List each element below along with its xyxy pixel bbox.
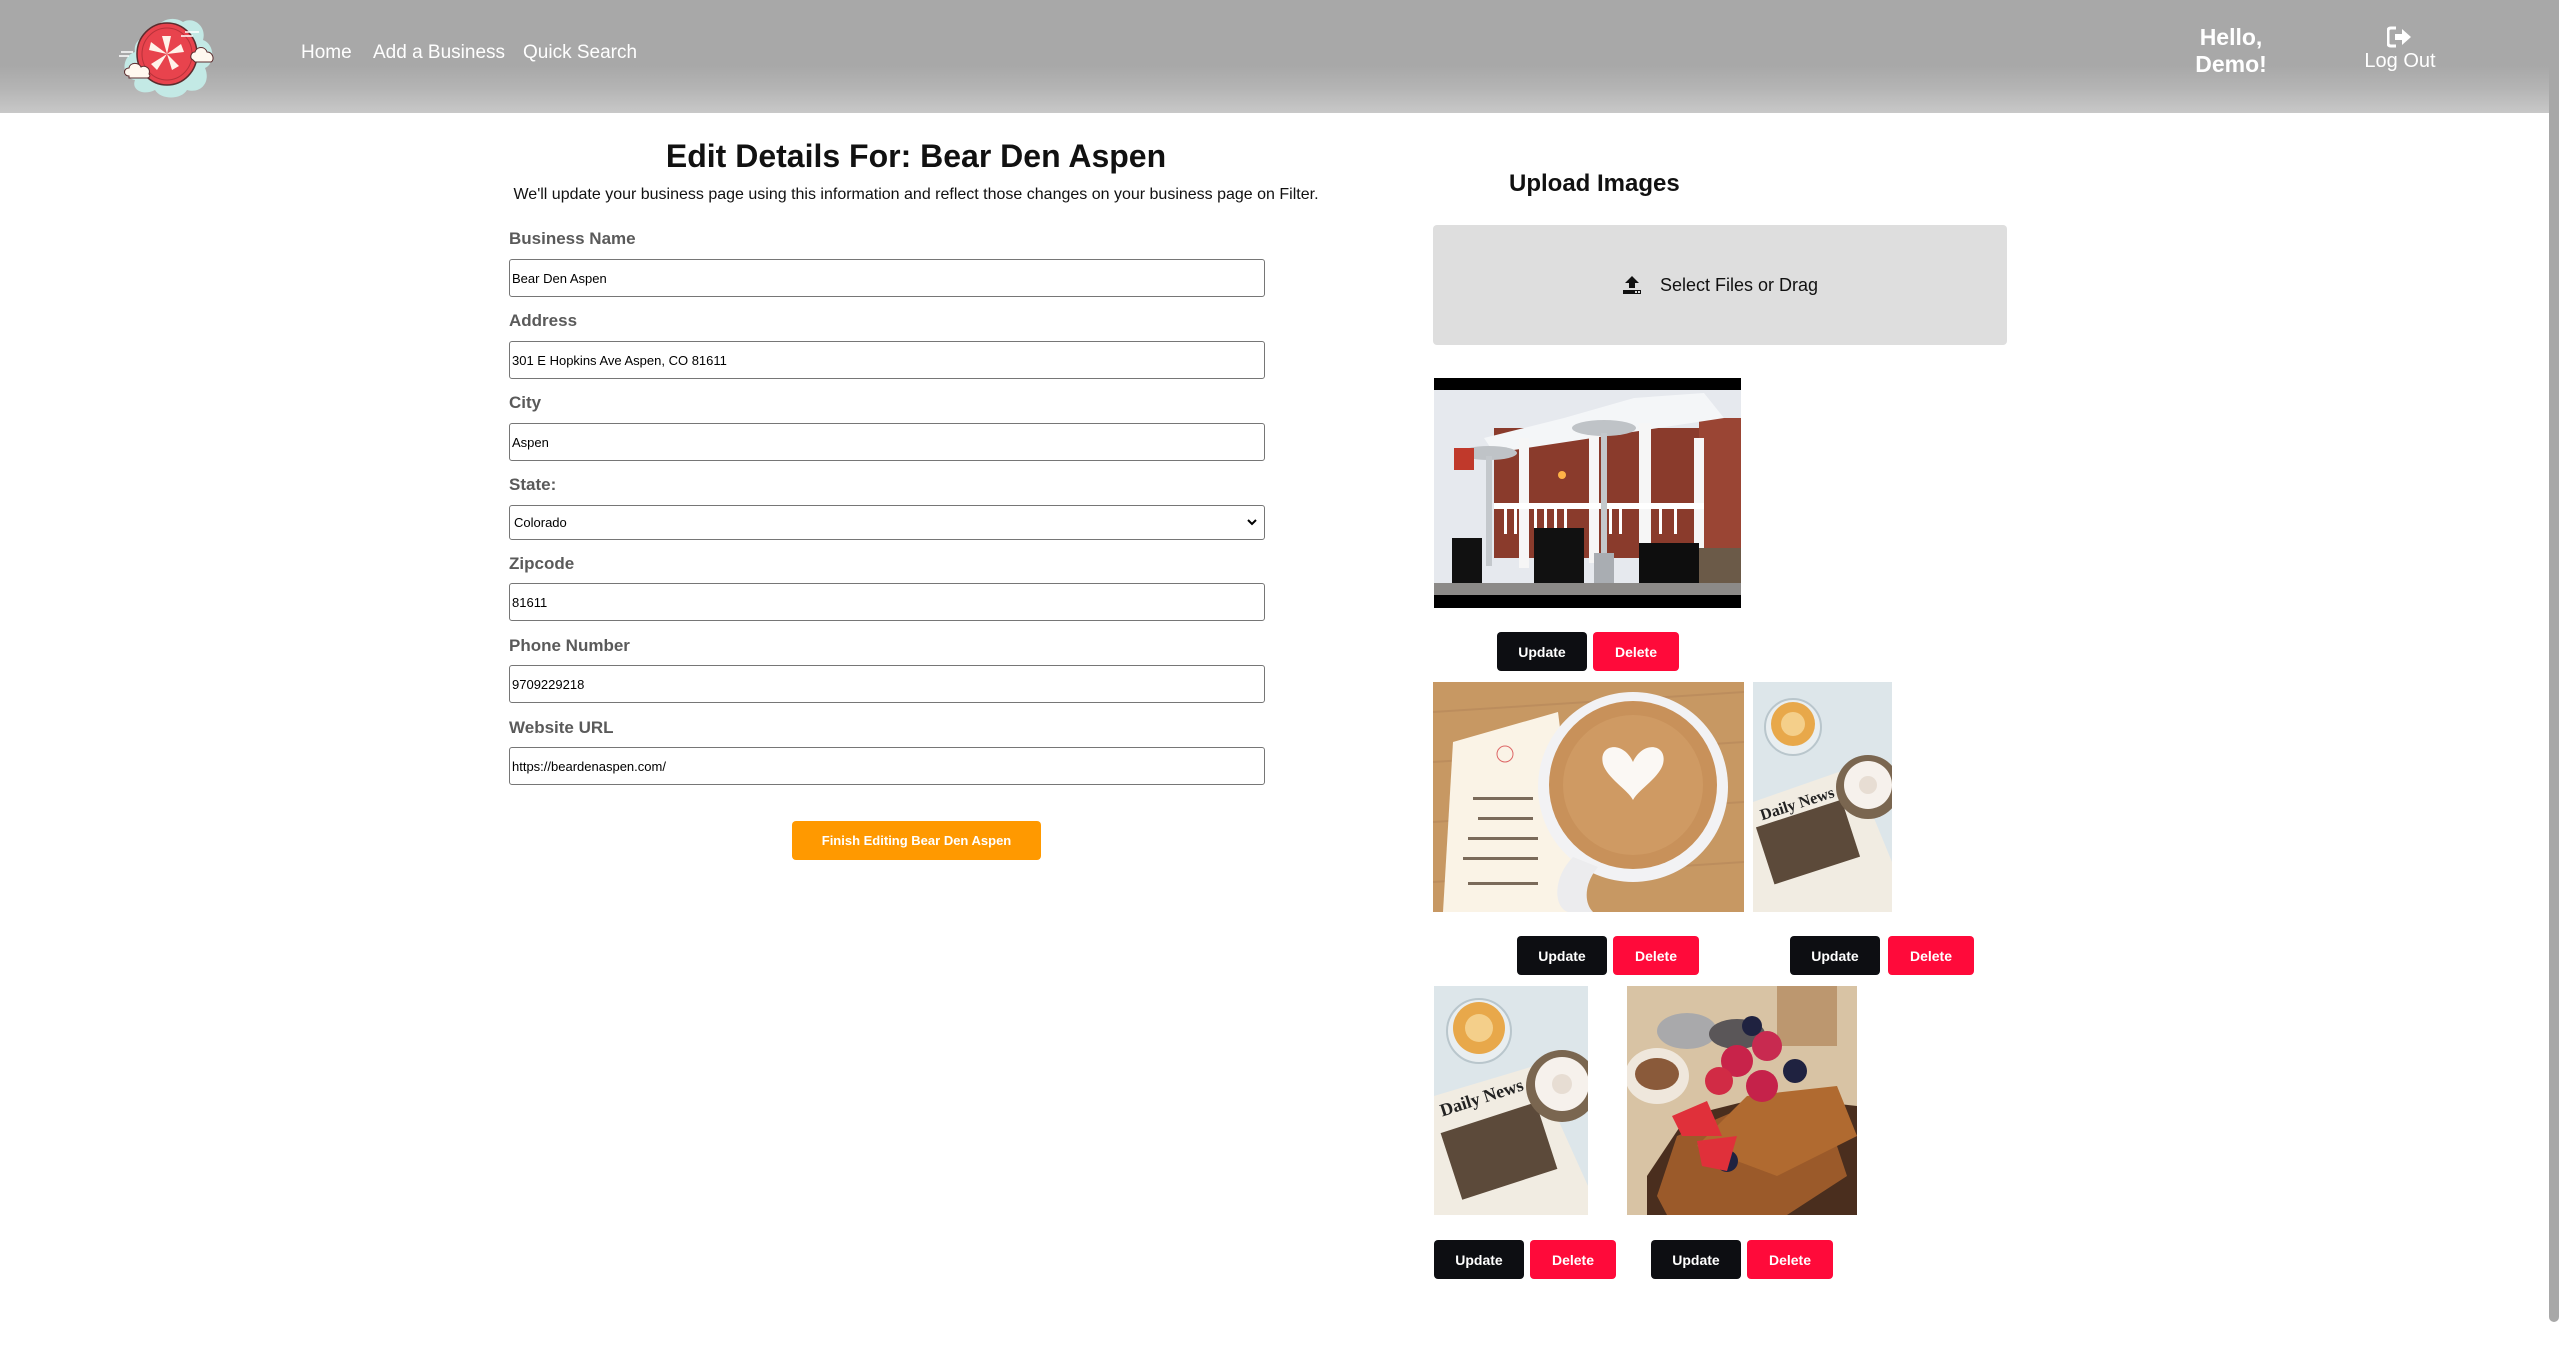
user-greeting: Hello, Demo! — [2195, 24, 2267, 78]
upload-images-heading: Upload Images — [1509, 170, 1680, 197]
website-label: Website URL — [509, 718, 614, 737]
scrollbar-thumb[interactable] — [2549, 0, 2559, 1322]
update-image-button[interactable]: Update — [1651, 1240, 1741, 1279]
update-image-button[interactable]: Update — [1790, 936, 1880, 975]
update-image-button[interactable]: Update — [1434, 1240, 1524, 1279]
chevron-down-icon — [1247, 519, 1257, 526]
coffee-newspaper-photo-image: Daily News — [1434, 986, 1588, 1215]
page-title: Edit Details For: Bear Den Aspen — [665, 138, 1167, 174]
storefront-photo-image — [1434, 378, 1741, 608]
sign-out-icon — [2387, 26, 2411, 48]
delete-image-button[interactable]: Delete — [1888, 936, 1974, 975]
state-selected-value: Colorado — [514, 515, 567, 530]
city-label: City — [509, 393, 542, 412]
business-photo — [1434, 378, 1741, 608]
nav-add-business[interactable]: Add a Business — [373, 42, 505, 64]
business-photo — [1627, 986, 1857, 1215]
state-label: State: — [509, 475, 557, 494]
phone-label: Phone Number — [509, 636, 630, 655]
page-scrollbar[interactable] — [2549, 0, 2559, 1366]
nav-home[interactable]: Home — [301, 42, 352, 64]
delete-image-button[interactable]: Delete — [1747, 1240, 1833, 1279]
zipcode-input[interactable] — [509, 583, 1265, 621]
upload-icon — [1622, 276, 1641, 294]
greeting-line-1: Hello, — [2199, 24, 2263, 50]
delete-image-button[interactable]: Delete — [1530, 1240, 1616, 1279]
update-image-button[interactable]: Update — [1497, 632, 1587, 671]
logout-label: Log Out — [2364, 50, 2436, 72]
french-toast-photo-image — [1627, 986, 1857, 1215]
greeting-line-2: Demo! — [2195, 51, 2267, 77]
delete-image-button[interactable]: Delete — [1593, 632, 1679, 671]
dropzone-label: Select Files or Drag — [1659, 274, 1819, 295]
nav-quick-search[interactable]: Quick Search — [523, 42, 637, 64]
delete-image-button[interactable]: Delete — [1613, 936, 1699, 975]
file-dropzone[interactable]: Select Files or Drag — [1433, 225, 2007, 345]
business-name-input[interactable] — [509, 259, 1265, 297]
address-input[interactable] — [509, 341, 1265, 379]
update-image-button[interactable]: Update — [1517, 936, 1607, 975]
site-logo[interactable] — [115, 10, 221, 98]
page-subtitle: We'll update your business page using th… — [513, 186, 1319, 203]
finish-editing-button[interactable]: Finish Editing Bear Den Aspen — [792, 821, 1041, 860]
logo-icon — [119, 18, 214, 98]
business-photo: Daily News — [1753, 682, 1892, 912]
city-input[interactable] — [509, 423, 1265, 461]
business-name-label: Business Name — [509, 229, 636, 248]
coffee-newspaper-photo-image: Daily News — [1753, 682, 1892, 912]
state-select[interactable]: Colorado — [509, 505, 1265, 540]
zipcode-label: Zipcode — [509, 554, 575, 573]
website-input[interactable] — [509, 747, 1265, 785]
logout-button[interactable]: Log Out — [2358, 26, 2442, 73]
top-navbar: Home Add a Business Quick Search Hello, … — [0, 0, 2549, 113]
business-photo: Daily News — [1434, 986, 1588, 1215]
address-label: Address — [509, 311, 578, 330]
latte-photo-image — [1433, 682, 1744, 912]
business-photo — [1433, 682, 1744, 912]
phone-input[interactable] — [509, 665, 1265, 703]
